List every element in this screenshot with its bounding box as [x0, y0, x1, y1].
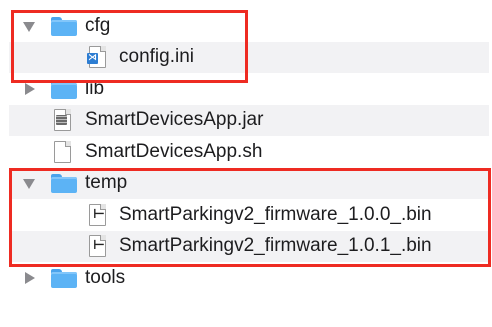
tree-item-label: tools — [85, 266, 126, 288]
tree-item-label: SmartDevicesApp.jar — [85, 109, 264, 131]
jar-file-icon — [54, 109, 71, 132]
tree-row-jar[interactable]: SmartDevicesApp.jar — [9, 104, 489, 136]
tree-row-temp[interactable]: temp — [9, 167, 489, 199]
tree-item-label: SmartParkingv2_firmware_1.0.1_.bin — [119, 235, 432, 257]
binary-file-icon: ⊢ — [89, 235, 106, 258]
tree-item-label: SmartParkingv2_firmware_1.0.0_.bin — [119, 203, 432, 225]
disclosure-triangle-collapsed-icon[interactable] — [25, 82, 35, 95]
tree-row-lib[interactable]: lib — [9, 73, 489, 105]
tree-item-label: temp — [85, 172, 128, 194]
tree-row-sh[interactable]: SmartDevicesApp.sh — [9, 136, 489, 168]
tree-row-firmware-100[interactable]: ⊢ SmartParkingv2_firmware_1.0.0_.bin — [9, 199, 489, 231]
disclosure-triangle-expanded-icon[interactable] — [23, 21, 35, 32]
folder-icon — [51, 268, 77, 288]
tree-item-label: SmartDevicesApp.sh — [85, 140, 263, 162]
tree-row-tools[interactable]: tools — [9, 262, 489, 294]
folder-icon — [51, 79, 77, 99]
document-icon — [54, 140, 71, 163]
folder-icon — [51, 174, 77, 194]
tree-row-firmware-101[interactable]: ⊢ SmartParkingv2_firmware_1.0.1_.bin — [9, 230, 489, 262]
tree-item-label: config.ini — [119, 46, 194, 68]
tree-item-label: cfg — [85, 14, 111, 36]
tree-row-config-ini[interactable]: ⋊ config.ini — [9, 41, 489, 73]
tree-item-label: lib — [85, 77, 105, 99]
disclosure-triangle-expanded-icon[interactable] — [23, 179, 35, 190]
folder-icon — [51, 16, 77, 36]
tree-row-cfg[interactable]: cfg — [9, 10, 489, 42]
binary-file-icon: ⊢ — [89, 203, 106, 226]
file-tree: cfg ⋊ config.ini lib SmartDevicesApp.jar… — [9, 10, 489, 294]
disclosure-triangle-collapsed-icon[interactable] — [25, 271, 35, 284]
config-file-icon: ⋊ — [87, 46, 106, 69]
